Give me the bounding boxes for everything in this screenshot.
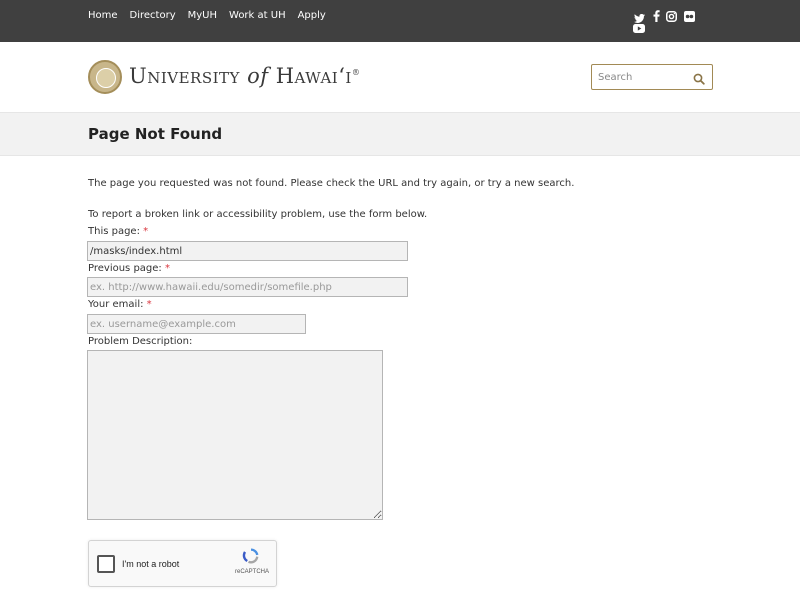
previous-page-field[interactable]	[87, 277, 408, 297]
search-input[interactable]	[598, 69, 688, 85]
recaptcha-logo-icon	[242, 547, 260, 565]
problem-description-label: Problem Description:	[88, 336, 193, 347]
search-icon[interactable]	[693, 70, 707, 85]
top-nav: Home Directory MyUH Work at UH Apply	[88, 10, 326, 21]
report-intro: To report a broken link or accessibility…	[88, 209, 428, 220]
nav-home-link[interactable]: Home	[88, 10, 118, 21]
recaptcha-label: I'm not a robot	[122, 559, 180, 569]
previous-page-label: Previous page: *	[88, 263, 170, 274]
youtube-icon[interactable]	[633, 22, 645, 34]
nav-work-link[interactable]: Work at UH	[229, 10, 286, 21]
email-field[interactable]	[87, 314, 306, 334]
required-marker: *	[143, 226, 149, 237]
site-search	[591, 64, 713, 90]
required-marker: *	[164, 263, 170, 274]
this-page-label: This page: *	[88, 226, 148, 237]
social-links	[633, 10, 699, 34]
recaptcha-widget: I'm not a robot reCAPTCHA	[88, 540, 277, 587]
nav-apply-link[interactable]: Apply	[298, 10, 326, 21]
page-title-bar: Page Not Found	[0, 112, 800, 156]
university-seal-logo[interactable]	[88, 60, 122, 94]
recaptcha-checkbox[interactable]	[97, 555, 115, 573]
instagram-icon[interactable]	[665, 10, 677, 22]
wordmark-of: of	[247, 64, 269, 88]
wordmark-registered: ®	[351, 68, 361, 77]
required-marker: *	[146, 299, 152, 310]
nav-myuh-link[interactable]: MyUH	[188, 10, 217, 21]
facebook-icon[interactable]	[650, 10, 662, 22]
previous-page-label-text: Previous page:	[88, 263, 162, 274]
this-page-field[interactable]	[87, 241, 408, 261]
this-page-label-text: This page:	[88, 226, 140, 237]
not-found-message: The page you requested was not found. Pl…	[88, 178, 575, 189]
wordmark-hawaii: Hawaiʻi	[275, 64, 352, 88]
flickr-icon[interactable]	[683, 10, 695, 22]
email-label-text: Your email:	[88, 299, 144, 310]
top-bar: Home Directory MyUH Work at UH Apply	[0, 0, 800, 42]
wordmark-university: University	[129, 64, 240, 88]
university-wordmark[interactable]: University of Hawaiʻi®	[129, 64, 360, 88]
page-title: Page Not Found	[88, 125, 223, 143]
nav-directory-link[interactable]: Directory	[130, 10, 176, 21]
problem-description-textarea[interactable]	[87, 350, 383, 520]
recaptcha-brand: reCAPTCHA	[235, 569, 270, 575]
email-label: Your email: *	[88, 299, 152, 310]
